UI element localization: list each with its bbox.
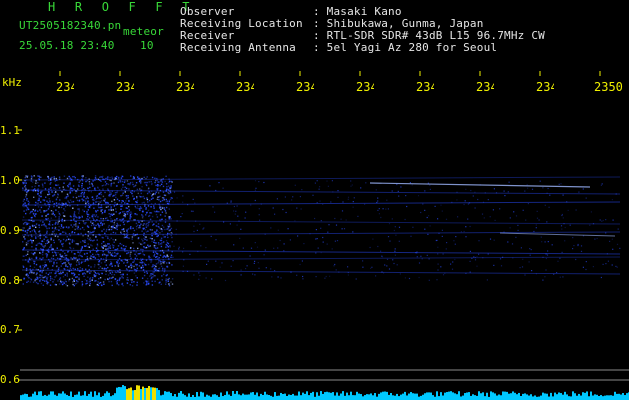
x-tick-8: 234	[476, 80, 494, 94]
y-tick-0-6: 0.6	[0, 373, 20, 386]
signal-band	[21, 249, 621, 255]
signal-band-bright	[499, 232, 616, 237]
x-tick-1: 234	[56, 80, 74, 94]
y-tick-0-8: 0.8	[0, 274, 20, 287]
x-tick-5: 234	[296, 80, 314, 94]
x-tick-4: 234	[236, 80, 254, 94]
y-tick-0-7: 0.7	[0, 323, 20, 336]
signal-band	[21, 201, 621, 206]
spectrogram-plot	[18, 71, 629, 400]
y-tick-1-1: 1.1	[0, 124, 20, 137]
amplitude-baseline	[20, 385, 629, 400]
x-tick-10: 2350	[594, 80, 623, 94]
x-tick-9: 234	[536, 80, 554, 94]
y-tick-1-0: 1.0	[0, 174, 20, 187]
x-tick-7: 234	[416, 80, 434, 94]
signal-band-bright	[369, 182, 591, 188]
y-tick-0-9: 0.9	[0, 224, 20, 237]
y-axis-unit: kHz	[2, 76, 22, 89]
x-tick-3: 234	[176, 80, 194, 94]
x-tick-2: 234	[116, 80, 134, 94]
x-tick-6: 234	[356, 80, 374, 94]
signal-band	[21, 256, 621, 261]
